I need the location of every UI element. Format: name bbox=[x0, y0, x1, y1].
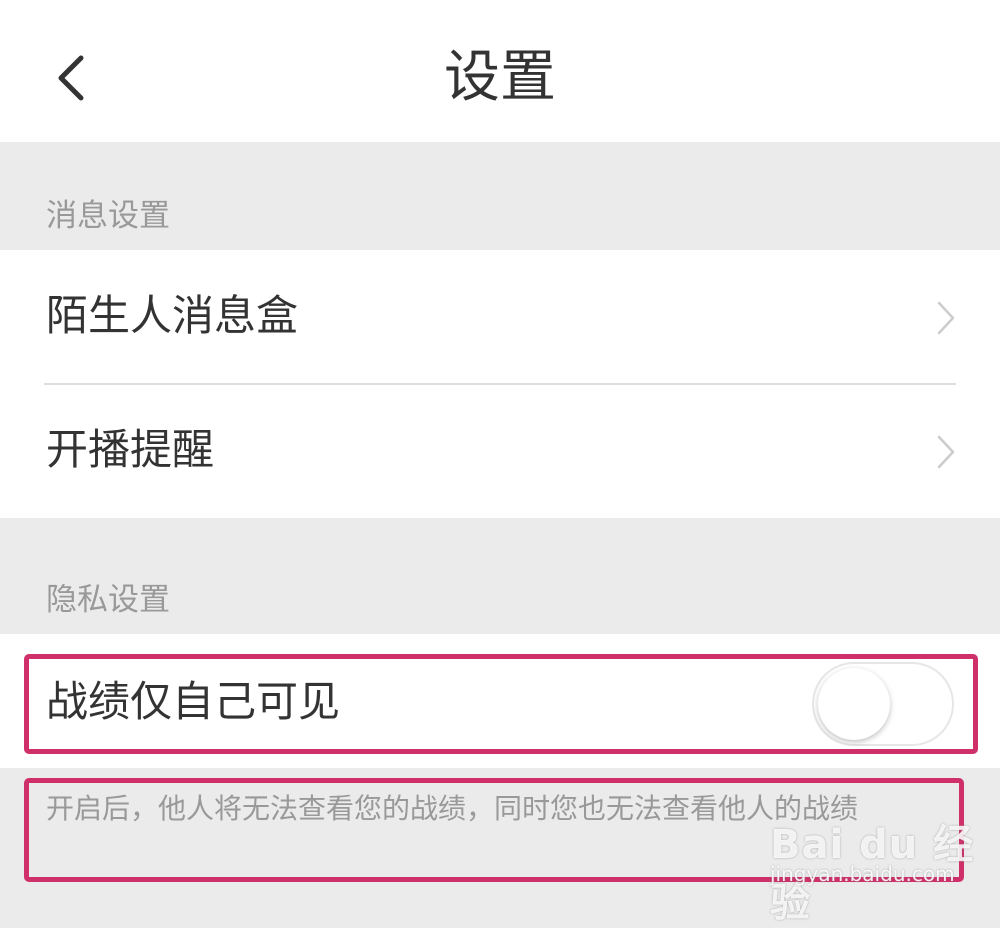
settings-item-stranger-message-box[interactable]: 陌生人消息盒 bbox=[0, 250, 1000, 384]
settings-item-live-reminder[interactable]: 开播提醒 bbox=[0, 384, 1000, 518]
toggle-knob bbox=[818, 668, 890, 740]
section-title-privacy-settings: 隐私设置 bbox=[46, 582, 170, 618]
record-private-toggle[interactable] bbox=[812, 662, 954, 746]
privacy-settings-group: 战绩仅自己可见 bbox=[0, 634, 1000, 768]
message-settings-group: 陌生人消息盒 开播提醒 bbox=[0, 250, 1000, 518]
watermark-url: jingyan.baidu.com bbox=[770, 862, 955, 886]
section-title-message-settings: 消息设置 bbox=[46, 198, 170, 234]
top-bar: 设置 bbox=[0, 0, 1000, 142]
settings-item-label: 开播提醒 bbox=[46, 425, 215, 474]
page-title: 设置 bbox=[444, 45, 556, 110]
back-button[interactable] bbox=[40, 48, 100, 108]
chevron-left-icon bbox=[58, 55, 84, 101]
settings-item-label: 战绩仅自己可见 bbox=[46, 677, 341, 726]
chevron-right-icon bbox=[937, 301, 955, 335]
chevron-right-icon bbox=[937, 435, 955, 469]
settings-item-label: 陌生人消息盒 bbox=[46, 291, 299, 340]
settings-item-record-private: 战绩仅自己可见 bbox=[0, 634, 1000, 768]
